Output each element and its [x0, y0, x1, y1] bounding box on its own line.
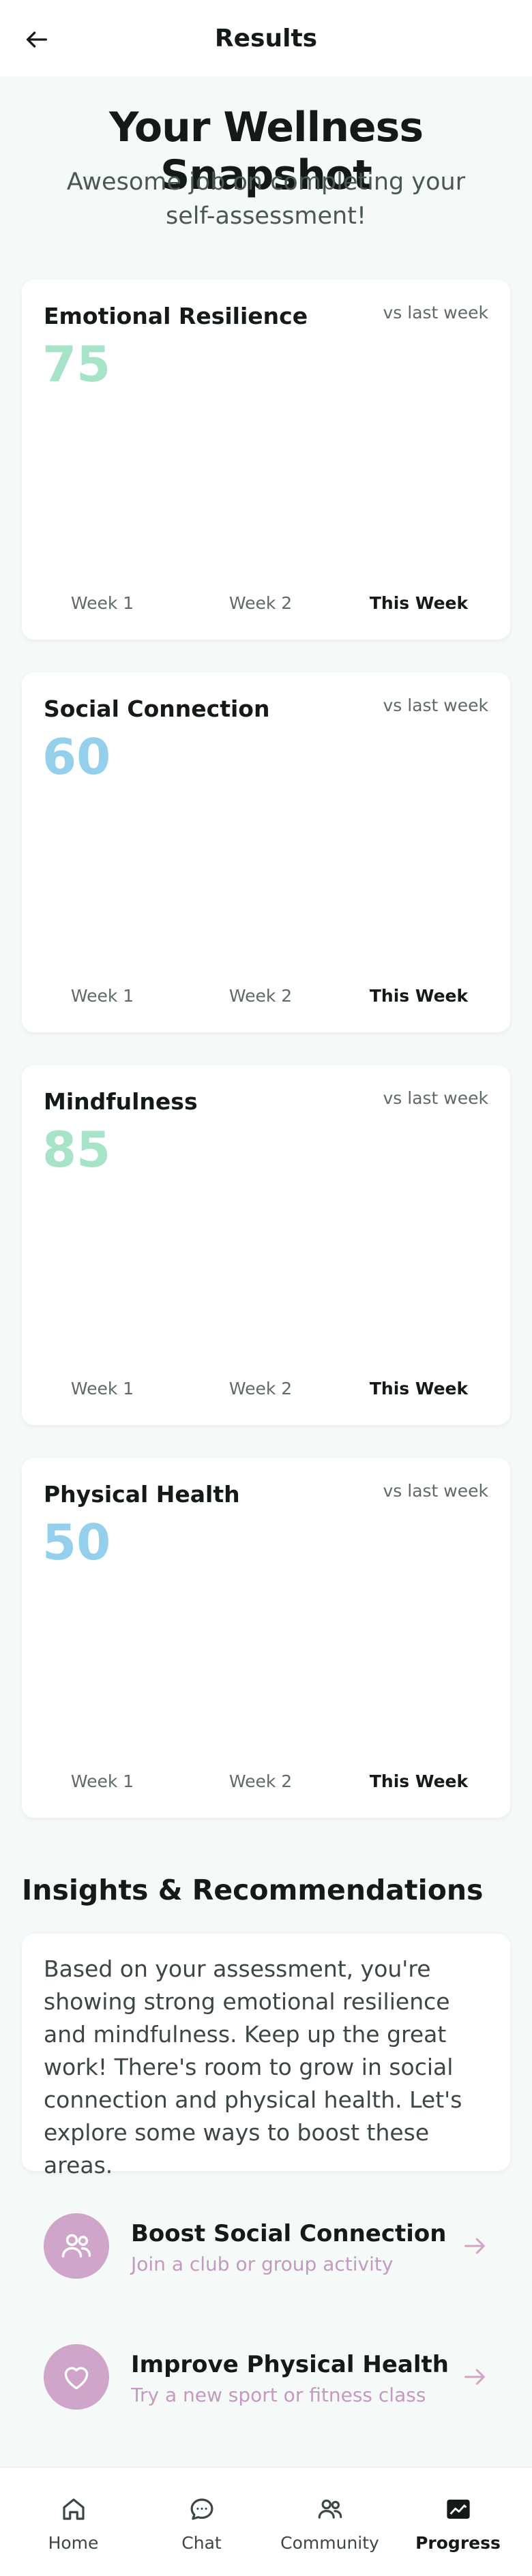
metric-card-mindfulness: Mindfulness vs last week 85 Week 1 Week … [22, 1065, 510, 1425]
week-label: Week 2 [228, 1379, 293, 1398]
tab-label: Chat [181, 2533, 222, 2553]
top-bar: Results [0, 0, 532, 76]
week-label: Week 1 [70, 986, 134, 1006]
arrow-left-icon [27, 31, 48, 48]
week-label-current: This Week [369, 986, 469, 1006]
metric-chart-area [44, 1581, 488, 1758]
people-icon [61, 2234, 91, 2258]
tab-community[interactable]: Community [263, 2468, 396, 2576]
week-label: Week 1 [70, 1379, 134, 1398]
metric-title: Physical Health [44, 1481, 240, 1508]
heart-icon-badge [44, 2344, 109, 2410]
week-label-current: This Week [369, 1379, 469, 1398]
recommendation-social-connection[interactable]: Boost Social Connection Join a club or g… [22, 2193, 510, 2295]
metric-chart-area [44, 795, 488, 972]
week-label: Week 2 [228, 593, 293, 613]
recommendation-title: Improve Physical Health [131, 2351, 449, 2378]
metric-score: 75 [42, 335, 111, 393]
progress-icon [447, 2500, 470, 2519]
recommendation-subtitle: Try a new sport or fitness class [131, 2384, 426, 2406]
recommendation-subtitle: Join a club or group activity [131, 2253, 394, 2275]
tab-label: Home [48, 2533, 99, 2553]
community-icon [318, 2499, 342, 2519]
insights-text: Based on your assessment, you're showing… [44, 1956, 462, 2178]
heart-icon [64, 2367, 89, 2390]
recommendation-title: Boost Social Connection [131, 2220, 447, 2247]
comparison-label: vs last week [383, 1088, 489, 1108]
tab-progress[interactable]: Progress [391, 2468, 524, 2576]
insights-card: Based on your assessment, you're showing… [22, 1934, 510, 2178]
page-title: Results [214, 24, 318, 53]
arrow-right-icon [464, 2238, 485, 2254]
metric-chart-area [44, 402, 488, 580]
metric-card-physical-health: Physical Health vs last week 50 Week 1 W… [22, 1458, 510, 1818]
week-label: Week 2 [228, 986, 293, 1006]
week-label-current: This Week [369, 593, 469, 613]
comparison-label: vs last week [383, 1481, 489, 1501]
tab-label: Progress [415, 2533, 501, 2553]
week-label: Week 1 [70, 1771, 134, 1791]
back-button[interactable] [19, 22, 55, 57]
metric-card-social-connection: Social Connection vs last week 60 Week 1… [22, 672, 510, 1032]
people-icon-badge [44, 2213, 109, 2279]
recommendation-physical-health[interactable]: Improve Physical Health Try a new sport … [22, 2324, 510, 2426]
metric-title: Social Connection [44, 695, 270, 722]
metric-score: 60 [42, 728, 111, 785]
bottom-tab-bar: Home Chat Community Progress [0, 2467, 532, 2576]
tab-chat[interactable]: Chat [135, 2468, 268, 2576]
arrow-right-icon [464, 2369, 485, 2385]
hero-subtitle: Awesome job on completing your self-asse… [66, 168, 466, 230]
week-label-current: This Week [369, 1771, 469, 1791]
metric-score: 85 [42, 1121, 111, 1178]
tab-home[interactable]: Home [7, 2468, 140, 2576]
comparison-label: vs last week [383, 303, 489, 323]
home-icon [63, 2498, 85, 2520]
insights-heading: Insights & Recommendations [22, 1874, 484, 1906]
metric-title: Mindfulness [44, 1088, 198, 1115]
comparison-label: vs last week [383, 695, 489, 715]
metric-card-emotional-resilience: Emotional Resilience vs last week 75 Wee… [22, 280, 510, 640]
metric-title: Emotional Resilience [44, 303, 308, 329]
week-label: Week 1 [70, 593, 134, 613]
chat-icon [190, 2498, 213, 2520]
tab-label: Community [280, 2533, 379, 2553]
metric-score: 50 [42, 1514, 111, 1571]
week-label: Week 2 [228, 1771, 293, 1791]
metric-chart-area [44, 1188, 488, 1365]
